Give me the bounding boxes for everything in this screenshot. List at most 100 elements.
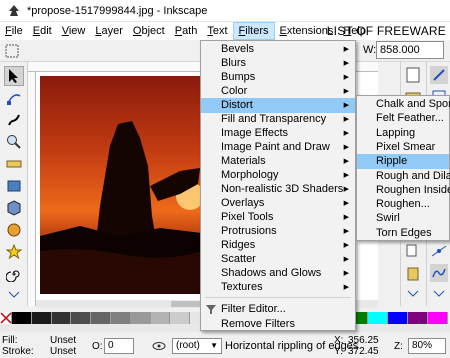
submenu-arrow-icon: ▶: [343, 256, 349, 263]
distort-item-roughen[interactable]: Roughen...: [357, 197, 449, 212]
distort-item-torn-edges[interactable]: Torn Edges: [357, 226, 449, 241]
menu-text[interactable]: Text: [202, 22, 232, 40]
palette-swatch[interactable]: [427, 312, 448, 324]
filters-menu-item-bevels[interactable]: Bevels ▶: [201, 42, 355, 57]
palette-swatch[interactable]: [407, 312, 428, 324]
menu-item-label: Color: [221, 85, 248, 97]
width-field[interactable]: 858.000: [376, 41, 444, 59]
layer-dropdown[interactable]: (root) ▼: [172, 338, 222, 354]
opacity-field[interactable]: 0: [104, 338, 134, 354]
filters-menu-item-pixel-tools[interactable]: Pixel Tools ▶: [201, 210, 355, 225]
filters-menu-item-color[interactable]: Color ▶: [201, 84, 355, 99]
menu-object[interactable]: Object: [128, 22, 170, 40]
no-paint-swatch[interactable]: [0, 312, 12, 324]
chevron-down-icon[interactable]: [404, 288, 422, 300]
menu-item-label: Shadows and Glows: [221, 267, 322, 279]
3d-box-tool[interactable]: [4, 198, 24, 218]
menu-file[interactable]: File: [0, 22, 28, 40]
submenu-arrow-icon: ▶: [343, 46, 349, 53]
filters-menu-item-bumps[interactable]: Bumps ▶: [201, 70, 355, 85]
menu-layer[interactable]: Layer: [90, 22, 128, 40]
snap-midpoint-icon[interactable]: [430, 242, 448, 260]
distort-item-chalk-and-sponge[interactable]: Chalk and Sponge: [357, 97, 450, 112]
menu-label-rest: bject: [141, 25, 165, 37]
filters-menu-item-textures[interactable]: Textures ▶: [201, 280, 355, 295]
palette-swatch[interactable]: [71, 312, 92, 324]
palette-swatch[interactable]: [91, 312, 111, 324]
distort-item-roughen-inside[interactable]: Roughen Inside: [357, 183, 450, 198]
eye-icon[interactable]: [152, 340, 166, 352]
menu-path[interactable]: Path: [170, 22, 203, 40]
filters-menu-item-blurs[interactable]: Blurs ▶: [201, 56, 355, 71]
menu-edit[interactable]: Edit: [28, 22, 57, 40]
palette-swatch[interactable]: [110, 312, 131, 324]
remove-filters-item[interactable]: Remove Filters: [201, 317, 355, 332]
palette-swatch[interactable]: [130, 312, 151, 324]
palette-swatch[interactable]: [150, 312, 171, 324]
new-document-icon[interactable]: [404, 66, 422, 84]
palette-swatch[interactable]: [388, 312, 408, 324]
fill-value[interactable]: Unset: [50, 335, 76, 346]
palette-swatch[interactable]: [170, 312, 191, 324]
palette-swatch[interactable]: [12, 312, 32, 324]
zoom-tool[interactable]: [4, 132, 24, 152]
chevron-down-icon[interactable]: [430, 288, 448, 300]
select-all-icon[interactable]: [4, 43, 20, 59]
filters-menu-item-image-paint-and-draw[interactable]: Image Paint and Draw ▶: [201, 140, 355, 155]
vertical-ruler[interactable]: [28, 72, 36, 306]
distort-item-lapping[interactable]: Lapping: [357, 126, 449, 141]
filters-menu-item-image-effects[interactable]: Image Effects ▶: [201, 126, 355, 141]
width-label: W:: [363, 44, 377, 56]
node-tool[interactable]: [4, 88, 24, 108]
submenu-arrow-icon: ▶: [343, 74, 349, 81]
arrow-cursor-icon: [9, 69, 18, 83]
selector-tool[interactable]: [4, 66, 24, 86]
rectangle-tool[interactable]: [4, 176, 24, 196]
distort-item-swirl[interactable]: Swirl: [357, 211, 449, 226]
distort-item-ripple[interactable]: Ripple: [357, 154, 449, 170]
measure-tool[interactable]: [4, 154, 24, 174]
distort-item-pixel-smear[interactable]: Pixel Smear: [357, 140, 449, 155]
palette-swatch[interactable]: [51, 312, 72, 324]
stroke-value[interactable]: Unset: [50, 346, 76, 357]
submenu-arrow-icon: ▶: [343, 214, 349, 221]
copy-icon[interactable]: [404, 242, 422, 260]
filters-menu-item-materials[interactable]: Materials ▶: [201, 154, 355, 169]
toolbox-overflow[interactable]: [4, 288, 24, 302]
filters-menu-item-non-realistic-3d-shaders[interactable]: Non-realistic 3D Shaders ▶: [201, 182, 355, 197]
filters-menu-item-distort[interactable]: Distort ▶: [201, 98, 355, 113]
x-value: 356.25: [348, 335, 379, 346]
zoom-field[interactable]: 80%: [408, 338, 446, 354]
menu-view[interactable]: View: [57, 22, 91, 40]
menu-item-label: Bevels: [221, 43, 255, 55]
distort-item-rough-and-dilate[interactable]: Rough and Dilate: [357, 169, 450, 184]
tweak-tool[interactable]: [4, 110, 24, 130]
menu-filters[interactable]: Filters: [232, 22, 275, 40]
snap-toggle-icon[interactable]: [430, 66, 448, 84]
palette-swatch[interactable]: [31, 312, 52, 324]
filters-menu-item-scatter[interactable]: Scatter ▶: [201, 252, 355, 267]
magnifier-icon: [7, 135, 21, 149]
distort-item-felt-feather[interactable]: Felt Feather...: [357, 111, 449, 126]
filters-menu-item-morphology[interactable]: Morphology ▶: [201, 168, 355, 183]
filters-menu-item-fill-and-transparency[interactable]: Fill and Transparency ▶: [201, 112, 355, 127]
filters-menu-item-ridges[interactable]: Ridges ▶: [201, 238, 355, 253]
funnel-icon: [206, 305, 216, 314]
menu-item-label: Roughen...: [376, 198, 430, 211]
menu-mnemonic: P: [174, 25, 183, 37]
filter-editor-item[interactable]: Filter Editor...: [201, 302, 355, 317]
palette-swatch[interactable]: [368, 312, 389, 324]
ellipse-tool[interactable]: [4, 220, 24, 240]
menu-mnemonic: F: [5, 25, 12, 37]
filters-menu-item-protrusions[interactable]: Protrusions ▶: [201, 224, 355, 239]
submenu-arrow-icon: ▶: [343, 228, 349, 235]
menu-separator: [205, 297, 351, 298]
filters-menu-item-overlays[interactable]: Overlays ▶: [201, 196, 355, 211]
spiral-tool[interactable]: [4, 264, 24, 284]
filters-menu-item-shadows-and-glows[interactable]: Shadows and Glows ▶: [201, 266, 355, 281]
menu-item-label: Remove Filters: [221, 318, 295, 330]
snap-curve-icon[interactable]: [430, 264, 448, 282]
star-tool[interactable]: [4, 242, 24, 262]
status-bar: Fill: Stroke: Unset Unset O: 0 (root) ▼ …: [0, 334, 450, 358]
paste-icon[interactable]: [404, 264, 422, 282]
